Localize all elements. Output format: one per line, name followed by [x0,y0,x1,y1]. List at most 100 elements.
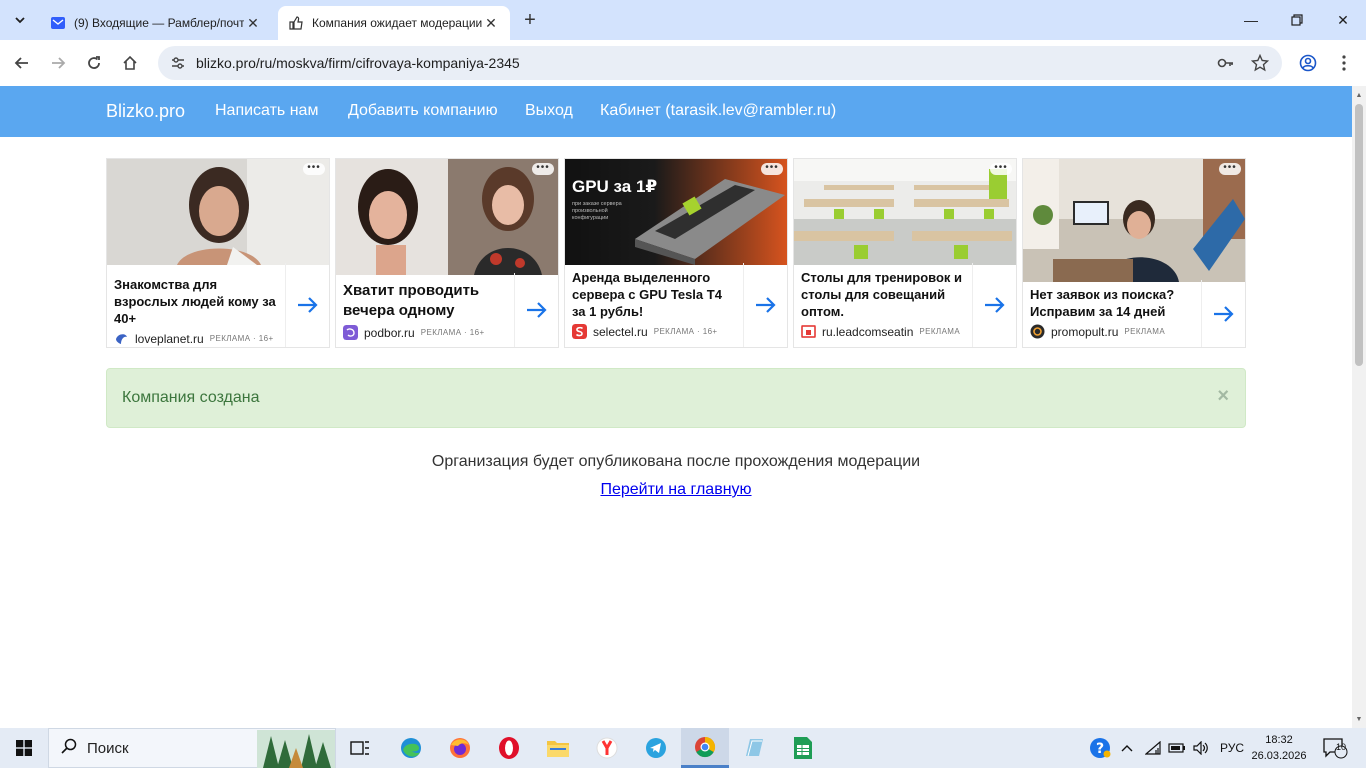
search-icon [61,738,77,759]
star-icon[interactable] [1248,51,1272,75]
ad-arrow-button[interactable] [1201,280,1245,347]
taskbar-explorer[interactable] [534,728,582,768]
language-indicator[interactable]: РУС [1220,741,1244,755]
ad-arrow-button[interactable] [285,263,329,347]
network-icon[interactable] [1142,741,1164,755]
reload-button[interactable] [80,49,108,77]
site-brand-link[interactable]: Blizko.pro [106,101,185,122]
taskbar-edge[interactable] [387,728,435,768]
chevron-down-icon [15,17,25,24]
ad-image-women [336,159,558,275]
clock-date: 26.03.2026 [1251,750,1307,762]
battery-icon[interactable] [1166,742,1188,754]
notes-icon [746,739,763,757]
tab-moderation[interactable]: Компания ожидает модерации ✕ [278,6,510,40]
podbor-logo-icon [343,325,358,340]
ad-card[interactable]: ••• Нет заявок из поиска? Исправим за 14… [1022,158,1246,348]
ad-card[interactable]: ••• Столы для тренировок и столы для сов… [793,158,1017,348]
taskbar-firefox[interactable] [436,728,484,768]
notification-center[interactable]: 10 [1322,728,1348,768]
arrow-right-icon [1213,305,1234,322]
profile-button[interactable] [1294,49,1322,77]
loveplanet-logo-icon [116,334,127,344]
clock-time: 18:32 [1265,734,1293,746]
ad-body: Хватит проводить вечера одному podbor.ru… [336,273,514,347]
start-button[interactable] [0,728,48,768]
kebab-menu-icon [1342,55,1346,71]
ad-arrow-button[interactable] [972,263,1016,347]
taskbar-yandex-browser[interactable] [583,728,631,768]
folder-icon [547,741,569,757]
ad-card[interactable]: ••• Знакомства для взрослых людей кому з… [106,158,330,348]
help-icon[interactable]: ? [1088,736,1112,760]
ad-options-icon[interactable]: ••• [303,163,325,175]
back-button[interactable] [8,49,36,77]
task-view-button[interactable] [336,728,384,768]
arrow-right-icon [297,297,318,313]
ad-card[interactable]: GPU за 1₽ при заказе сервера произвольно… [564,158,788,348]
maximize-button[interactable] [1274,0,1320,40]
notification-count: 10 [1336,742,1347,752]
ad-arrow-button[interactable] [514,273,558,347]
taskbar-telegram[interactable] [632,728,680,768]
key-icon[interactable] [1214,51,1238,75]
restore-icon [1291,14,1303,26]
url-input[interactable] [196,55,1096,71]
new-tab-button[interactable]: + [518,8,542,32]
ad-options-icon[interactable]: ••• [1219,163,1241,175]
ad-source: podbor.ru РЕКЛАМА · 16+ [343,325,507,340]
taskbar-chrome[interactable] [681,728,729,768]
nav-cabinet[interactable]: Кабинет (tarasik.lev@rambler.ru) [600,102,836,120]
tab-rambler-mail[interactable]: (9) Входящие — Рамблер/почта ✕ [40,6,272,40]
reload-icon [88,56,100,69]
scrollbar-thumb[interactable] [1355,104,1363,366]
profile-icon [1299,54,1317,72]
task-view-icon [350,741,369,755]
address-bar[interactable] [158,46,1282,80]
ad-headline: Знакомства для взрослых людей кому за 40… [114,277,276,326]
menu-button[interactable] [1330,49,1358,77]
page-scrollbar[interactable]: ▲ ▼ [1352,86,1366,728]
leadcom-logo-icon [801,325,816,338]
ad-card[interactable]: ••• Хватит проводить вечера одному podbo… [335,158,559,348]
ad-tag: РЕКЛАМА · 16+ [209,334,274,343]
taskbar-notes[interactable] [730,728,778,768]
taskbar-opera[interactable] [485,728,533,768]
ad-tag: РЕКЛАМА [919,327,961,336]
browser-toolbar [0,40,1366,86]
minimize-button[interactable]: — [1228,0,1274,40]
nav-logout[interactable]: Выход [525,102,573,120]
ad-arrow-button[interactable] [743,263,787,347]
volume-icon[interactable] [1190,741,1212,755]
chevron-up-icon[interactable] [1118,744,1136,752]
arrow-left-icon [14,57,28,69]
chrome-icon [695,736,716,757]
selectel-logo-icon [572,324,587,339]
site-settings-icon[interactable] [166,51,190,75]
close-window-button[interactable]: ✕ [1320,0,1366,40]
ad-options-icon[interactable]: ••• [532,163,554,175]
clock[interactable]: 18:32 26.03.2026 [1244,732,1314,764]
moderation-notice: Организация будет опубликована после про… [431,453,921,470]
scroll-down-icon[interactable]: ▼ [1352,712,1366,726]
scroll-up-icon[interactable]: ▲ [1352,88,1366,102]
nav-add-company[interactable]: Добавить компанию [348,102,498,120]
forward-button[interactable] [44,49,72,77]
tab-search-button[interactable] [8,8,32,32]
taskbar-spreadsheet[interactable] [779,728,827,768]
go-home-link[interactable]: Перейти на главную [0,481,1352,499]
home-button[interactable] [116,49,144,77]
ad-options-icon[interactable]: ••• [761,163,783,175]
alert-close-button[interactable]: × [1217,385,1229,408]
close-icon[interactable]: ✕ [482,14,500,32]
arrow-right-icon [52,57,66,69]
ad-options-icon[interactable]: ••• [990,163,1012,175]
nav-write-us[interactable]: Написать нам [215,102,318,120]
ad-domain: selectel.ru [593,324,648,339]
ad-image-office [1023,159,1245,282]
mail-icon [50,15,66,31]
opera-icon [499,737,519,759]
taskbar-search[interactable]: Поиск [48,728,336,768]
telegram-icon [646,738,666,758]
close-icon[interactable]: ✕ [244,14,262,32]
